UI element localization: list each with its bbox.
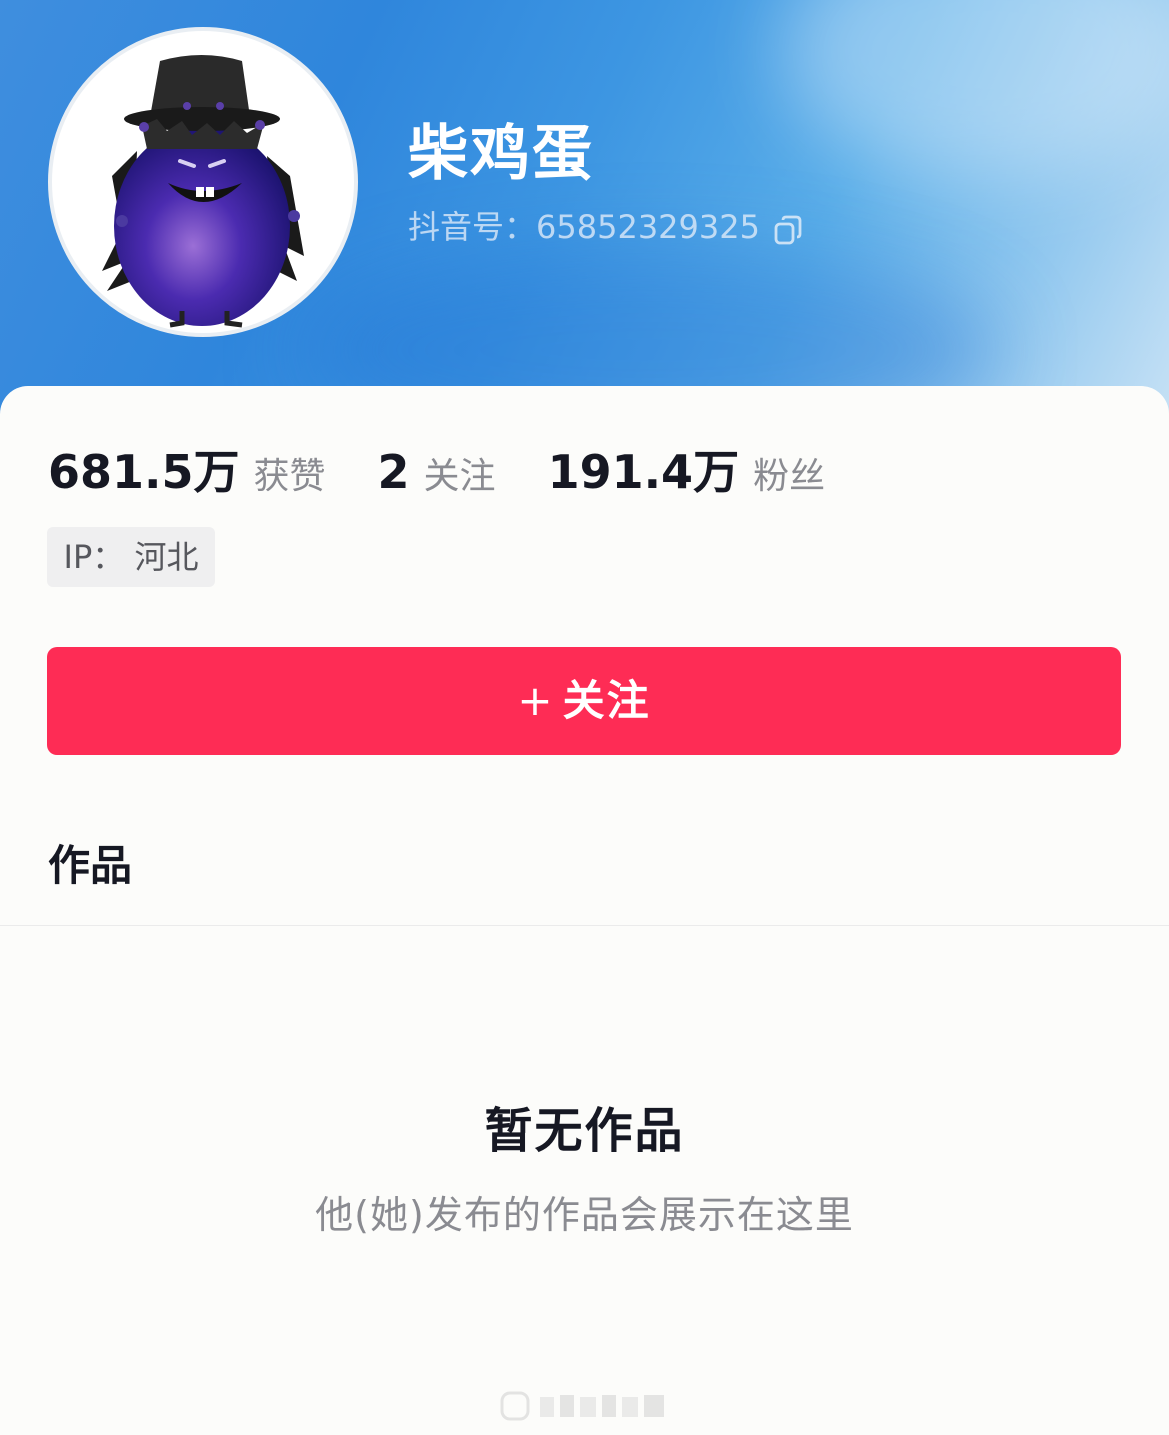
follow-button[interactable]: + 关注	[47, 647, 1121, 755]
avatar-egg-character	[102, 55, 304, 328]
followers-count[interactable]: 191.4万	[548, 436, 740, 502]
following-label[interactable]: 关注	[424, 447, 496, 499]
empty-state-title: 暂无作品	[484, 1103, 685, 1159]
likes-label[interactable]: 获赞	[254, 447, 326, 499]
douyin-id-value: 65852329325	[536, 208, 760, 246]
douyin-id-label: 抖音号：	[408, 208, 537, 246]
followers-label[interactable]: 粉丝	[753, 447, 825, 499]
tab-works[interactable]: 作品	[48, 838, 132, 894]
likes-count[interactable]: 681.5万	[48, 436, 240, 502]
divider	[0, 925, 1169, 926]
follow-button-label: 关注	[562, 676, 651, 725]
empty-state-description: 他(她)发布的作品会展示在这里	[315, 1193, 854, 1237]
ip-location-tag: IP： 河北	[47, 527, 215, 587]
watermark	[500, 1387, 670, 1423]
avatar[interactable]	[48, 27, 358, 337]
stats-row: 681.5万 获赞 2 关注 191.4万 粉丝	[48, 436, 825, 499]
plus-icon: +	[517, 676, 555, 725]
douyin-id: 抖音号： 65852329325	[408, 205, 802, 249]
following-count[interactable]: 2	[378, 445, 410, 499]
copy-icon[interactable]	[774, 212, 802, 245]
nickname: 柴鸡蛋	[408, 119, 594, 189]
